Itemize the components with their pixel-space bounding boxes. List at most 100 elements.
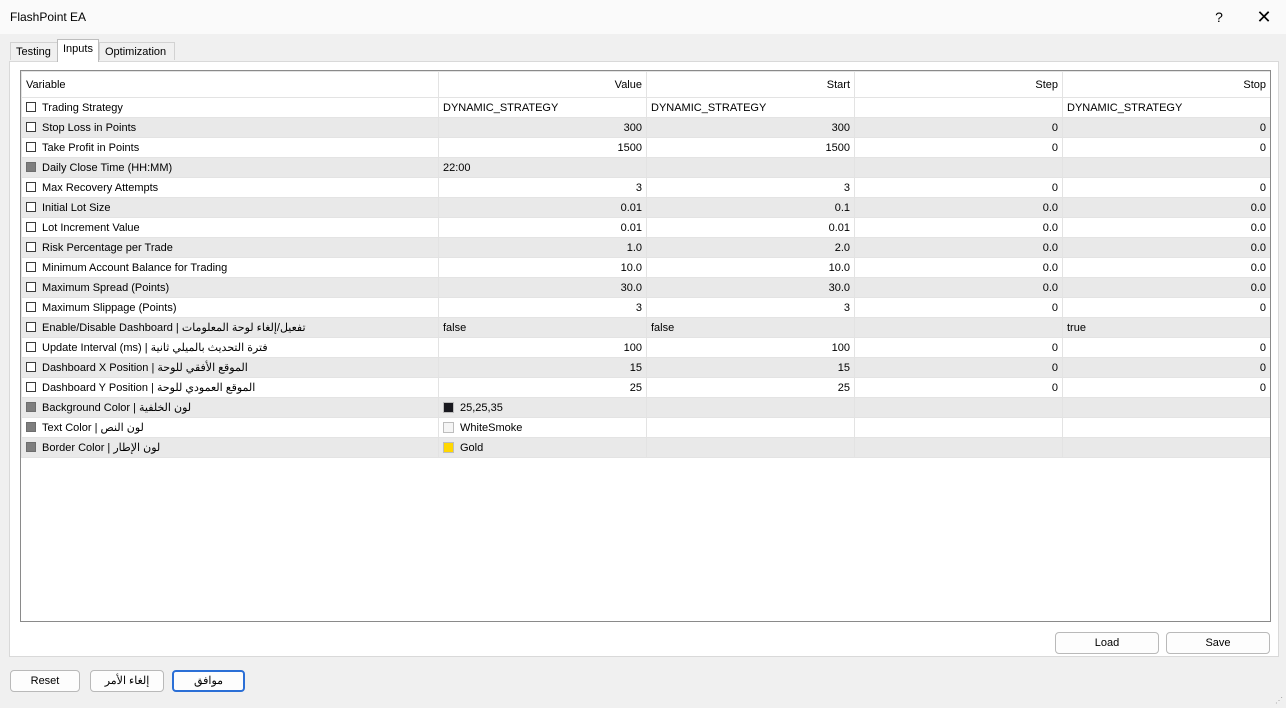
stop-cell[interactable]: [1062, 397, 1270, 418]
step-cell[interactable]: [854, 417, 1063, 438]
table-row[interactable]: Maximum Spread (Points) 30.0 30.0 0.0 0.0: [21, 277, 1270, 298]
optimize-checkbox[interactable]: [26, 301, 36, 312]
table-row[interactable]: Take Profit in Points 1500 1500 0 0: [21, 137, 1270, 158]
load-button[interactable]: Load: [1055, 632, 1159, 654]
table-row[interactable]: Enable/Disable Dashboard | تفعيل/إلغاء ل…: [21, 317, 1270, 338]
step-cell[interactable]: [854, 97, 1063, 118]
value-cell[interactable]: 1.0: [438, 237, 647, 258]
table-row[interactable]: Maximum Slippage (Points) 3 3 0 0: [21, 297, 1270, 318]
start-cell[interactable]: [646, 397, 855, 418]
optimize-checkbox[interactable]: [26, 281, 36, 292]
table-row[interactable]: Update Interval (ms) | فترة التحديث بالم…: [21, 337, 1270, 358]
value-cell[interactable]: 30.0: [438, 277, 647, 298]
table-row[interactable]: Minimum Account Balance for Trading 10.0 1…: [21, 257, 1270, 278]
step-cell[interactable]: 0.0: [854, 237, 1063, 258]
step-cell[interactable]: 0: [854, 137, 1063, 158]
tab-inputs[interactable]: Inputs: [57, 39, 99, 62]
tab-testing[interactable]: Testing: [10, 42, 58, 60]
optimize-checkbox[interactable]: [26, 261, 36, 272]
step-cell[interactable]: 0.0: [854, 197, 1063, 218]
optimize-checkbox[interactable]: [26, 241, 36, 252]
step-cell[interactable]: 0: [854, 177, 1063, 198]
table-row[interactable]: Lot Increment Value 0.01 0.01 0.0 0.0: [21, 217, 1270, 238]
column-header-start[interactable]: Start: [646, 71, 855, 98]
start-cell[interactable]: 0.01: [646, 217, 855, 238]
close-icon[interactable]: ✕: [1252, 5, 1276, 29]
ok-button[interactable]: موافق: [172, 670, 245, 692]
value-cell[interactable]: 3: [438, 297, 647, 318]
stop-cell[interactable]: 0: [1062, 117, 1270, 138]
value-cell[interactable]: 0.01: [438, 217, 647, 238]
start-cell[interactable]: DYNAMIC_STRATEGY: [646, 97, 855, 118]
table-row[interactable]: Dashboard X Position | الموقع الأفقي للو…: [21, 357, 1270, 378]
value-cell[interactable]: 1500: [438, 137, 647, 158]
stop-cell[interactable]: [1062, 157, 1270, 178]
stop-cell[interactable]: 0: [1062, 177, 1270, 198]
column-header-step[interactable]: Step: [854, 71, 1063, 98]
value-cell[interactable]: WhiteSmoke: [438, 417, 647, 438]
start-cell[interactable]: 1500: [646, 137, 855, 158]
optimize-checkbox[interactable]: [26, 221, 36, 232]
value-cell[interactable]: 22:00: [438, 157, 647, 178]
stop-cell[interactable]: [1062, 417, 1270, 438]
stop-cell[interactable]: 0: [1062, 377, 1270, 398]
value-cell[interactable]: 10.0: [438, 257, 647, 278]
value-cell[interactable]: Gold: [438, 437, 647, 458]
table-row[interactable]: Risk Percentage per Trade 1.0 2.0 0.0 0.0: [21, 237, 1270, 258]
step-cell[interactable]: 0: [854, 337, 1063, 358]
optimize-checkbox[interactable]: [26, 121, 36, 132]
table-row[interactable]: Text Color | لون النص WhiteSmoke: [21, 417, 1270, 438]
table-row[interactable]: Daily Close Time (HH:MM) 22:00: [21, 157, 1270, 178]
stop-cell[interactable]: 0: [1062, 137, 1270, 158]
start-cell[interactable]: 0.1: [646, 197, 855, 218]
start-cell[interactable]: 3: [646, 177, 855, 198]
start-cell[interactable]: 300: [646, 117, 855, 138]
optimize-checkbox[interactable]: [26, 181, 36, 192]
step-cell[interactable]: [854, 437, 1063, 458]
stop-cell[interactable]: 0.0: [1062, 237, 1270, 258]
stop-cell[interactable]: 0: [1062, 337, 1270, 358]
step-cell[interactable]: 0: [854, 357, 1063, 378]
step-cell[interactable]: 0: [854, 297, 1063, 318]
optimize-checkbox[interactable]: [26, 362, 36, 372]
start-cell[interactable]: 25: [646, 377, 855, 398]
start-cell[interactable]: [646, 437, 855, 458]
stop-cell[interactable]: 0.0: [1062, 277, 1270, 298]
step-cell[interactable]: [854, 157, 1063, 178]
column-header-value[interactable]: Value: [438, 71, 647, 98]
start-cell[interactable]: 30.0: [646, 277, 855, 298]
stop-cell[interactable]: 0.0: [1062, 197, 1270, 218]
start-cell[interactable]: 100: [646, 337, 855, 358]
start-cell[interactable]: 10.0: [646, 257, 855, 278]
column-header-variable[interactable]: Variable: [21, 71, 439, 98]
start-cell[interactable]: false: [646, 317, 855, 338]
optimize-checkbox[interactable]: [26, 141, 36, 152]
optimize-checkbox[interactable]: [26, 101, 36, 112]
table-row[interactable]: Trading Strategy DYNAMIC_STRATEGY DYNAMIC_…: [21, 97, 1270, 118]
table-row[interactable]: Max Recovery Attempts 3 3 0 0: [21, 177, 1270, 198]
help-icon[interactable]: ?: [1210, 7, 1228, 27]
start-cell[interactable]: 15: [646, 357, 855, 378]
stop-cell[interactable]: [1062, 437, 1270, 458]
start-cell[interactable]: [646, 417, 855, 438]
value-cell[interactable]: false: [438, 317, 647, 338]
optimize-checkbox[interactable]: [26, 201, 36, 212]
stop-cell[interactable]: 0: [1062, 357, 1270, 378]
value-cell[interactable]: 15: [438, 357, 647, 378]
stop-cell[interactable]: DYNAMIC_STRATEGY: [1062, 97, 1270, 118]
table-row[interactable]: Initial Lot Size 0.01 0.1 0.0 0.0: [21, 197, 1270, 218]
step-cell[interactable]: 0.0: [854, 217, 1063, 238]
stop-cell[interactable]: 0.0: [1062, 217, 1270, 238]
optimize-checkbox[interactable]: [26, 382, 36, 392]
cancel-button[interactable]: إلغاء الأمر: [90, 670, 164, 692]
start-cell[interactable]: 3: [646, 297, 855, 318]
stop-cell[interactable]: true: [1062, 317, 1270, 338]
table-row[interactable]: Border Color | لون الإطار Gold: [21, 437, 1270, 458]
start-cell[interactable]: 2.0: [646, 237, 855, 258]
value-cell[interactable]: 25,25,35: [438, 397, 647, 418]
tab-optimization[interactable]: Optimization: [99, 42, 175, 60]
save-button[interactable]: Save: [1166, 632, 1270, 654]
table-row[interactable]: Stop Loss in Points 300 300 0 0: [21, 117, 1270, 138]
column-header-stop[interactable]: Stop: [1062, 71, 1270, 98]
step-cell[interactable]: 0.0: [854, 257, 1063, 278]
